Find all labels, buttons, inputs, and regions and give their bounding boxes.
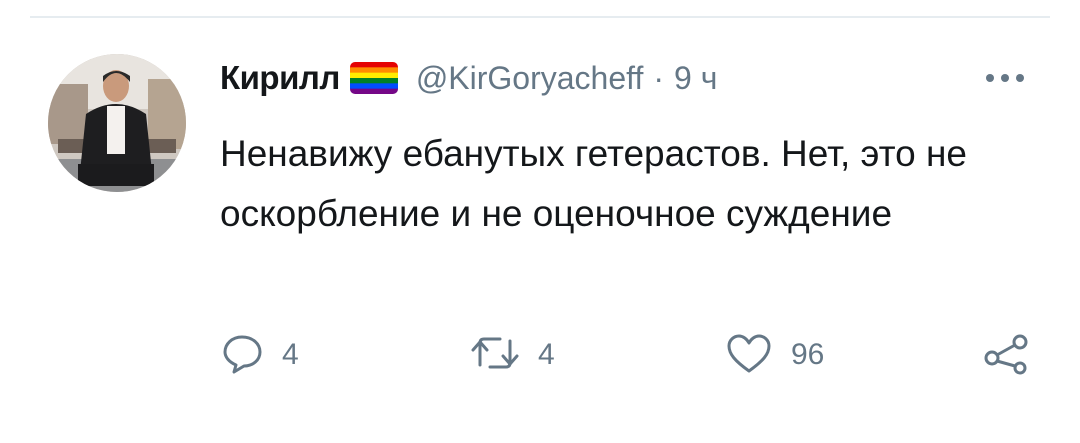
reply-icon [220,331,264,380]
flag-stripe [349,62,398,68]
retweet-count: 4 [538,338,555,371]
like-button[interactable]: 96 [725,330,824,380]
heart-icon [725,331,773,380]
share-icon [982,331,1032,380]
flag-stripe [349,78,398,84]
separator-dot: · [653,59,664,96]
avatar[interactable] [48,54,186,192]
flag-stripe [349,67,398,74]
avatar-image [48,54,186,192]
flag-stripe [349,88,398,94]
share-button[interactable] [982,330,1032,380]
tweet-actions: 4 4 96 [220,330,1040,380]
reply-count: 4 [282,338,299,371]
retweet-button[interactable]: 4 [470,330,555,380]
tweet-time[interactable]: 9 ч [674,60,717,97]
retweet-icon [470,331,520,380]
like-count: 96 [791,338,825,371]
author-handle[interactable]: @KirGoryacheff [416,60,644,97]
flag-stripe [349,83,398,90]
more-dots-icon[interactable] [982,66,1028,90]
author-name[interactable]: Кирилл [220,59,340,97]
tweet-text: Ненавижу ебанутых гетерастов. Нет, это н… [220,133,967,234]
top-divider [30,16,1050,18]
tweet-page: Кирилл @KirGoryacheff · 9 ч Ненавижу еба… [0,0,1080,443]
reply-button[interactable]: 4 [220,330,299,380]
rainbow-flag-icon [349,62,398,94]
flag-stripe [349,72,398,79]
tweet-header: Кирилл @KirGoryacheff · 9 ч [220,56,717,100]
